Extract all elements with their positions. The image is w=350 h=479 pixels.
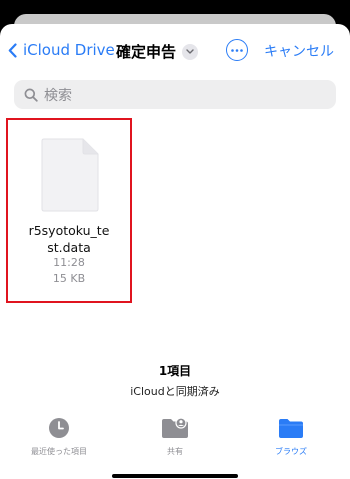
- folder-icon: [279, 419, 303, 438]
- navigation-bar: iCloud Drive 確定申告 キャンセル: [0, 39, 350, 67]
- search-input[interactable]: 検索: [14, 80, 336, 109]
- tab-recents-label: 最近使った項目: [31, 447, 87, 456]
- tab-shared[interactable]: 共有: [125, 415, 225, 457]
- tab-bar: 最近使った項目 共有 ブラウズ: [0, 415, 350, 465]
- item-count: 1項目: [158, 364, 192, 378]
- file-name: r5syotoku_test.data: [28, 223, 110, 255]
- ellipsis-icon: [231, 48, 243, 52]
- back-button[interactable]: iCloud Drive: [8, 41, 115, 59]
- document-browser-sheet: iCloud Drive 確定申告 キャンセル 検索 r5syotoku_tes…: [0, 24, 350, 479]
- search-icon: [24, 88, 38, 102]
- tab-recents[interactable]: 最近使った項目: [9, 415, 109, 457]
- file-time: 11:28: [53, 256, 85, 269]
- tab-browse-label: ブラウズ: [275, 447, 307, 456]
- page-title: 確定申告: [116, 43, 177, 61]
- clock-icon: [49, 418, 69, 438]
- chevron-left-icon: [8, 42, 17, 58]
- file-size: 15 KB: [52, 272, 86, 285]
- cancel-button[interactable]: キャンセル: [264, 41, 334, 61]
- chevron-down-icon: [182, 43, 199, 60]
- more-options-button[interactable]: [226, 39, 248, 61]
- sync-status: iCloudと同期済み: [130, 385, 220, 398]
- home-indicator: [112, 474, 238, 478]
- back-label: iCloud Drive: [23, 41, 115, 59]
- shared-folder-icon: [162, 417, 188, 438]
- tab-shared-label: 共有: [167, 447, 183, 456]
- file-item[interactable]: r5syotoku_test.data 11:28 15 KB: [6, 118, 132, 303]
- tab-browse[interactable]: ブラウズ: [241, 415, 341, 457]
- search-placeholder: 検索: [44, 87, 72, 104]
- folder-title-menu[interactable]: 確定申告: [116, 41, 199, 62]
- document-icon: [41, 138, 99, 212]
